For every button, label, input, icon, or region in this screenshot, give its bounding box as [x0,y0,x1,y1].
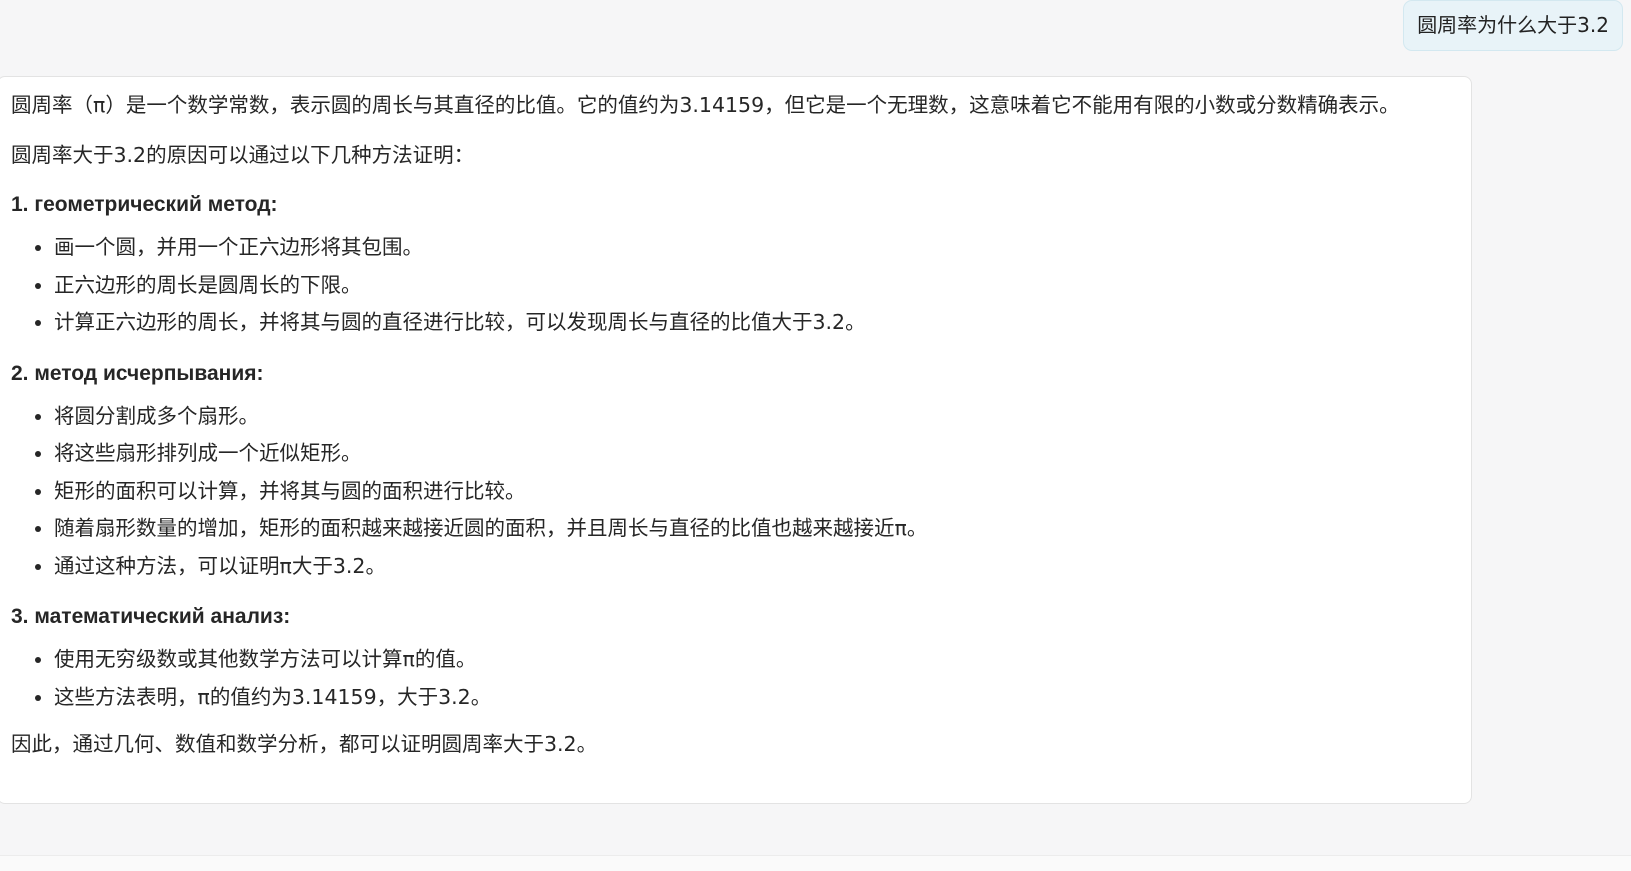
list-item: 通过这种方法，可以证明π大于3.2。 [54,548,1458,586]
list-item: 随着扇形数量的增加，矩形的面积越来越接近圆的面积，并且周长与直径的比值也越来越接… [54,510,1458,548]
list-item: 将这些扇形排列成一个近似矩形。 [54,435,1458,473]
section-list-analysis: 使用无穷级数或其他数学方法可以计算π的值。 这些方法表明，π的值约为3.1415… [11,641,1458,716]
user-message-bubble: 圆周率为什么大于3.2 [1403,0,1623,51]
assistant-conclusion: 因此，通过几何、数值和数学分析，都可以证明圆周率大于3.2。 [11,732,598,756]
list-item: 画一个圆，并用一个正六边形将其包围。 [54,229,1458,267]
list-item: 正六边形的周长是圆周长的下限。 [54,267,1458,305]
list-item: 使用无穷级数或其他数学方法可以计算π的值。 [54,641,1458,679]
list-item: 矩形的面积可以计算，并将其与圆的面积进行比较。 [54,473,1458,511]
section-list-geometric: 画一个圆，并用一个正六边形将其包围。 正六边形的周长是圆周长的下限。 计算正六边… [11,229,1458,342]
user-message-text: 圆周率为什么大于3.2 [1417,13,1609,37]
section-heading-analysis: 3. математический анализ: [11,605,291,628]
bottom-strip [0,855,1631,871]
section-heading-exhaustion: 2. метод исчерпывания: [11,361,264,385]
list-item: 这些方法表明，π的值约为3.14159，大于3.2。 [54,679,1458,717]
assistant-intro: 圆周率（π）是一个数学常数，表示圆的周长与其直径的比值。它的值约为3.14159… [11,93,1400,117]
list-item: 将圆分割成多个扇形。 [54,398,1458,436]
list-item: 计算正六边形的周长，并将其与圆的直径进行比较，可以发现周长与直径的比值大于3.2… [54,304,1458,342]
section-list-exhaustion: 将圆分割成多个扇形。 将这些扇形排列成一个近似矩形。 矩形的面积可以计算，并将其… [11,398,1458,586]
chat-area[interactable]: 圆周率为什么大于3.2 圆周率（π）是一个数学常数，表示圆的周长与其直径的比值。… [0,0,1631,855]
assistant-lead: 圆周率大于3.2的原因可以通过以下几种方法证明： [11,143,475,167]
assistant-message-bubble: 圆周率（π）是一个数学常数，表示圆的周长与其直径的比值。它的值约为3.14159… [0,76,1472,804]
section-heading-geometric: 1. геометрический метод: [11,193,278,216]
